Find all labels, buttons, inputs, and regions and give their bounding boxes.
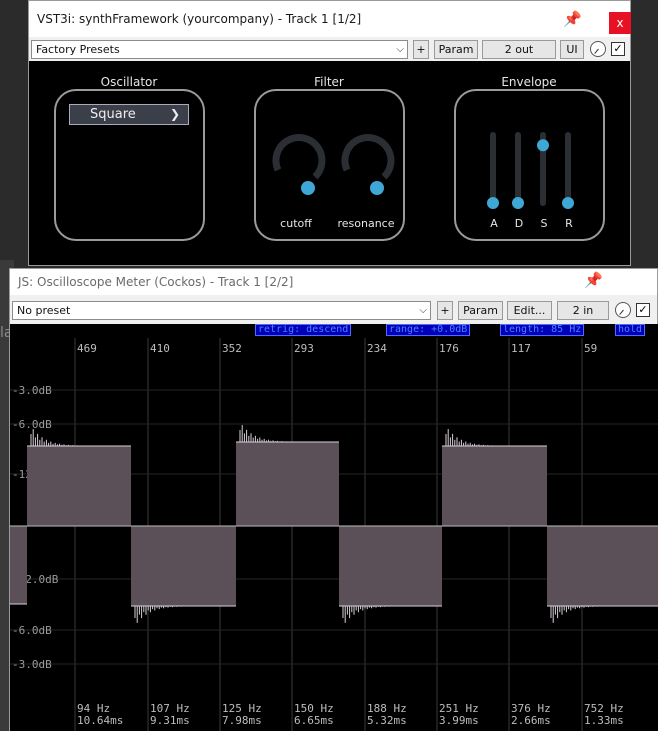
top-tick-label: 117 <box>511 342 531 355</box>
bottom-ms-label: 10.64ms <box>77 714 123 727</box>
waveform-value: Square <box>90 107 136 122</box>
chevron-down-icon: ⌵ <box>396 44 404 55</box>
io-button[interactable]: 2 out <box>482 40 556 59</box>
preset-dropdown[interactable]: No preset ⌵ <box>12 301 431 320</box>
cutoff-knob[interactable] <box>272 134 326 195</box>
oscilloscope-display[interactable]: 469 410 352 293 234 176 117 59 -3.0dB -6.0dB -12.0… <box>10 324 658 731</box>
envelope-slider-d[interactable] <box>512 132 524 209</box>
bottom-ms-label: 6.65ms <box>294 714 334 727</box>
plugin-toolbar: No preset ⌵ + Param Edit... 2 in ✓ <box>10 298 657 322</box>
title-bar[interactable]: JS: Oscilloscope Meter (Cockos) - Track … <box>10 269 657 295</box>
scope-plugin-window: JS: Oscilloscope Meter (Cockos) - Track … <box>9 268 658 731</box>
slider-label-a: A <box>490 217 498 230</box>
scope-graph: 469 410 352 293 234 176 117 59-3.0dB-6.0dB-12.0… <box>10 338 658 731</box>
envelope-title: Envelope <box>501 75 557 89</box>
oscillator-title: Oscillator <box>100 75 158 89</box>
pin-icon[interactable]: 📌 <box>563 10 582 28</box>
wet-knob-icon[interactable] <box>590 41 606 57</box>
cutoff-label: cutoff <box>280 217 312 230</box>
bottom-ms-label: 7.98ms <box>222 714 262 727</box>
title-bar[interactable]: VST3i: synthFramework (yourcompany) - Tr… <box>29 1 631 37</box>
ui-button[interactable]: UI <box>560 40 584 59</box>
bottom-ms-label: 3.99ms <box>439 714 479 727</box>
envelope-slider-r[interactable] <box>562 132 574 209</box>
envelope-slider-s[interactable] <box>537 132 549 206</box>
preset-dropdown[interactable]: Factory Presets ⌵ <box>31 40 408 59</box>
envelope-sliders <box>487 132 574 209</box>
top-tick-label: 352 <box>222 342 242 355</box>
chevron-down-icon: ⌵ <box>419 305 427 316</box>
bottom-ms-label: 2.66ms <box>511 714 551 727</box>
length-status[interactable]: length: 85 Hz <box>500 324 585 336</box>
desktop: la VST3i: synthFramework (yourcompany) -… <box>0 0 658 731</box>
filter-title: Filter <box>314 75 344 89</box>
filter-panel: cutoff resonance <box>254 89 405 241</box>
slider-thumb <box>562 197 574 209</box>
top-tick-label: 469 <box>77 342 97 355</box>
retrig-status[interactable]: retrig: descend <box>255 324 352 336</box>
bottom-ms-label: 9.31ms <box>150 714 190 727</box>
db-label: -3.0dB <box>12 658 52 671</box>
wave-fill <box>339 526 442 606</box>
waveform <box>10 425 658 623</box>
top-tick-label: 234 <box>367 342 387 355</box>
wave-fill <box>27 446 131 526</box>
synth-plugin-window: VST3i: synthFramework (yourcompany) - Tr… <box>28 0 631 266</box>
add-preset-button[interactable]: + <box>413 40 429 59</box>
preset-value: No preset <box>17 304 71 317</box>
db-label: -6.0dB <box>12 418 52 431</box>
preset-value: Factory Presets <box>36 43 120 56</box>
chevron-down-icon: ❯ <box>169 107 180 121</box>
bottom-ms-label: 5.32ms <box>367 714 407 727</box>
io-button[interactable]: 2 in <box>557 301 609 320</box>
wave-fill <box>547 526 658 606</box>
close-button[interactable]: x <box>609 12 631 34</box>
synth-ui: Oscillator Square ❯ Filter cutoff resona… <box>29 61 630 265</box>
envelope-panel: A D S R <box>454 89 605 241</box>
db-label: -3.0dB <box>12 384 52 397</box>
resonance-label: resonance <box>337 217 395 230</box>
bottom-ms-label: 1.33ms <box>584 714 624 727</box>
oscillator-panel: Square ❯ <box>54 89 205 241</box>
waveform-select[interactable]: Square ❯ <box>69 104 189 125</box>
add-preset-button[interactable]: + <box>437 301 453 320</box>
param-button[interactable]: Param <box>434 40 478 59</box>
envelope-slider-a[interactable] <box>487 132 499 209</box>
wave-fill <box>131 526 236 606</box>
param-button[interactable]: Param <box>458 301 503 320</box>
top-tick-label: 293 <box>294 342 314 355</box>
slider-thumb <box>512 197 524 209</box>
resonance-knob[interactable] <box>341 134 395 195</box>
top-tick-label: 410 <box>150 342 170 355</box>
db-label: -6.0dB <box>12 624 52 637</box>
edit-button[interactable]: Edit... <box>507 301 552 320</box>
window-title: VST3i: synthFramework (yourcompany) - Tr… <box>37 12 362 26</box>
bypass-checkbox[interactable]: ✓ <box>636 303 650 317</box>
wet-knob-icon[interactable] <box>615 302 631 318</box>
slider-label-d: D <box>514 217 524 230</box>
top-tick-label: 176 <box>439 342 459 355</box>
wave-fill <box>442 446 547 526</box>
slider-thumb <box>487 197 499 209</box>
wave-fill <box>10 526 27 604</box>
window-title: JS: Oscilloscope Meter (Cockos) - Track … <box>18 275 294 289</box>
slider-label-s: S <box>540 217 548 230</box>
wave-fill <box>236 442 339 526</box>
top-tick-label: 59 <box>584 342 597 355</box>
pin-icon[interactable]: 📌 <box>584 271 603 289</box>
range-status[interactable]: range: +0.0dB <box>386 324 471 336</box>
hold-status[interactable]: hold <box>615 324 646 336</box>
slider-label-r: R <box>565 217 573 230</box>
slider-thumb <box>537 139 549 152</box>
bypass-checkbox[interactable]: ✓ <box>611 42 625 56</box>
plugin-toolbar: Factory Presets ⌵ + Param 2 out UI ✓ <box>29 37 630 61</box>
